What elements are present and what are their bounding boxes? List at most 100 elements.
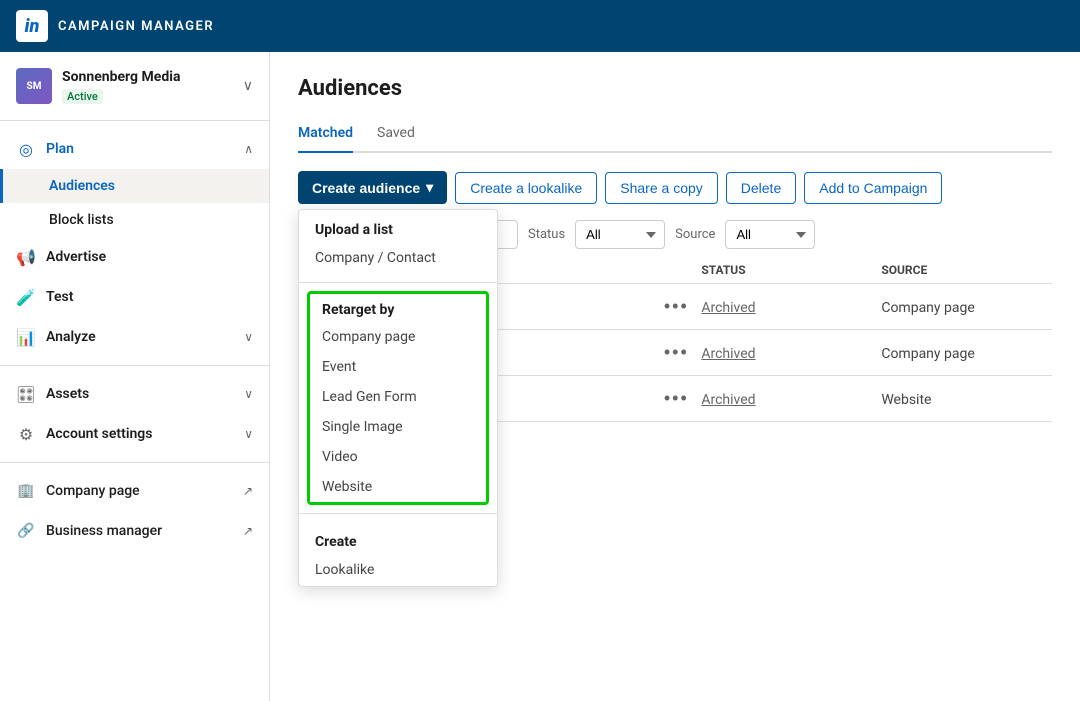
- tab-saved[interactable]: Saved: [377, 117, 415, 153]
- tab-matched[interactable]: Matched: [298, 117, 353, 153]
- col-header-status: Status: [701, 263, 881, 277]
- tabs-bar: Matched Saved: [298, 117, 1052, 153]
- dropdown-divider-1: [299, 282, 497, 283]
- dropdown-item-lookalike[interactable]: Lookalike: [299, 554, 497, 586]
- business-manager-icon: 🔗: [16, 521, 36, 541]
- create-audience-dropdown: Upload a list Company / Contact Retarget…: [298, 209, 498, 587]
- row-source: Company page: [881, 346, 974, 362]
- row-dots-cell: •••: [651, 296, 701, 317]
- divider-1: [0, 365, 269, 366]
- dropdown-item-company-contact[interactable]: Company / Contact: [299, 242, 497, 274]
- sidebar-item-account-settings-label: Account settings: [46, 426, 234, 442]
- sidebar-item-analyze[interactable]: 📊 Analyze ∨: [0, 317, 269, 357]
- upload-list-header: Upload a list: [299, 210, 497, 242]
- external-link-icon-bm: ↗: [243, 524, 253, 538]
- sidebar-nav: ◎ Plan ∧ Audiences Block lists 📢 Adverti…: [0, 121, 269, 559]
- create-header: Create: [299, 522, 497, 554]
- dropdown-item-lead-gen-form[interactable]: Lead Gen Form: [310, 382, 486, 412]
- row-status: Archived: [701, 346, 755, 362]
- source-filter-label: Source: [675, 227, 715, 242]
- sidebar-item-test-label: Test: [46, 289, 253, 305]
- row-dots-cell: •••: [651, 388, 701, 409]
- sidebar-item-business-manager[interactable]: 🔗 Business manager ↗: [0, 511, 269, 551]
- sidebar-item-company-page[interactable]: 🏢 Company page ↗: [0, 471, 269, 511]
- dropdown-item-video[interactable]: Video: [310, 442, 486, 472]
- dropdown-item-single-image[interactable]: Single Image: [310, 412, 486, 442]
- row-status: Archived: [701, 300, 755, 316]
- dropdown-item-event[interactable]: Event: [310, 352, 486, 382]
- sidebar-item-assets[interactable]: 🎛 Assets ∨: [0, 374, 269, 414]
- analyze-chevron-icon: ∨: [244, 330, 253, 344]
- delete-button[interactable]: Delete: [726, 172, 796, 204]
- assets-chevron-icon: ∨: [244, 387, 253, 401]
- company-page-label: Company page: [46, 483, 233, 499]
- avatar: SM: [16, 68, 52, 104]
- blocklists-label: Block lists: [49, 212, 114, 228]
- plan-icon: ◎: [16, 139, 36, 159]
- account-status: Active: [62, 89, 103, 104]
- source-filter-select[interactable]: All: [725, 220, 815, 249]
- linkedin-logo: in: [16, 10, 48, 42]
- sidebar-item-advertise-label: Advertise: [46, 249, 253, 265]
- account-info: Sonnenberg Media Active: [62, 69, 233, 104]
- status-filter-label: Status: [528, 227, 565, 242]
- external-link-icon-company: ↗: [243, 484, 253, 498]
- sidebar-item-advertise[interactable]: 📢 Advertise: [0, 237, 269, 277]
- create-lookalike-button[interactable]: Create a lookalike: [455, 172, 597, 204]
- sidebar-item-analyze-label: Analyze: [46, 329, 234, 345]
- audiences-label: Audiences: [49, 178, 115, 194]
- dropdown-divider-2: [299, 513, 497, 514]
- row-source: Company page: [881, 300, 974, 316]
- dropdown-item-company-page[interactable]: Company page: [310, 322, 486, 352]
- row-actions-button[interactable]: •••: [664, 388, 689, 409]
- sidebar-item-audiences[interactable]: Audiences: [0, 169, 269, 203]
- dropdown-item-website[interactable]: Website: [310, 472, 486, 502]
- row-source: Website: [881, 392, 931, 408]
- add-to-campaign-button[interactable]: Add to Campaign: [804, 172, 942, 204]
- sidebar-item-plan-label: Plan: [46, 141, 234, 157]
- assets-icon: 🎛: [16, 384, 36, 404]
- test-icon: 🧪: [16, 287, 36, 307]
- advertise-icon: 📢: [16, 247, 36, 267]
- row-dots-cell: •••: [651, 342, 701, 363]
- row-status: Archived: [701, 392, 755, 408]
- sidebar-item-blocklists[interactable]: Block lists: [0, 203, 269, 237]
- col-header-actions: [651, 263, 701, 277]
- plan-chevron-icon: ∧: [244, 142, 253, 156]
- sidebar-item-assets-label: Assets: [46, 386, 234, 402]
- sidebar-item-plan[interactable]: ◎ Plan ∧: [0, 129, 269, 169]
- divider-2: [0, 462, 269, 463]
- settings-chevron-icon: ∨: [244, 427, 253, 441]
- account-chevron-icon: ∨: [243, 78, 253, 94]
- row-status-cell: Archived: [701, 389, 881, 408]
- col-header-source: Source: [881, 263, 1052, 277]
- share-copy-button[interactable]: Share a copy: [605, 172, 718, 204]
- top-navigation: in CAMPAIGN MANAGER: [0, 0, 1080, 52]
- logo-area: in CAMPAIGN MANAGER: [16, 10, 214, 42]
- toolbar: Create audience ▾ Create a lookalike Sha…: [298, 171, 1052, 204]
- dropdown-chevron-icon: ▾: [426, 179, 433, 196]
- company-page-icon: 🏢: [16, 481, 36, 501]
- row-source-cell: Company page: [881, 343, 1052, 362]
- row-status-cell: Archived: [701, 343, 881, 362]
- page-title: Audiences: [298, 76, 1052, 101]
- status-filter-select[interactable]: All: [575, 220, 665, 249]
- row-actions-button[interactable]: •••: [664, 342, 689, 363]
- retarget-header: Retarget by: [310, 294, 486, 322]
- settings-icon: ⚙: [16, 424, 36, 444]
- sidebar-item-account-settings[interactable]: ⚙ Account settings ∨: [0, 414, 269, 454]
- row-actions-button[interactable]: •••: [664, 296, 689, 317]
- row-status-cell: Archived: [701, 297, 881, 316]
- sidebar-item-test[interactable]: 🧪 Test: [0, 277, 269, 317]
- account-name: Sonnenberg Media: [62, 69, 233, 85]
- create-audience-button[interactable]: Create audience ▾: [298, 171, 447, 204]
- business-manager-label: Business manager: [46, 523, 233, 539]
- app-title: CAMPAIGN MANAGER: [58, 19, 214, 34]
- account-selector[interactable]: SM Sonnenberg Media Active ∨: [0, 52, 269, 121]
- row-source-cell: Company page: [881, 297, 1052, 316]
- main-content: Audiences Matched Saved Create audience …: [270, 52, 1080, 701]
- analyze-icon: 📊: [16, 327, 36, 347]
- main-layout: SM Sonnenberg Media Active ∨ ◎ Plan ∧ Au…: [0, 52, 1080, 701]
- row-source-cell: Website: [881, 389, 1052, 408]
- sidebar: SM Sonnenberg Media Active ∨ ◎ Plan ∧ Au…: [0, 52, 270, 701]
